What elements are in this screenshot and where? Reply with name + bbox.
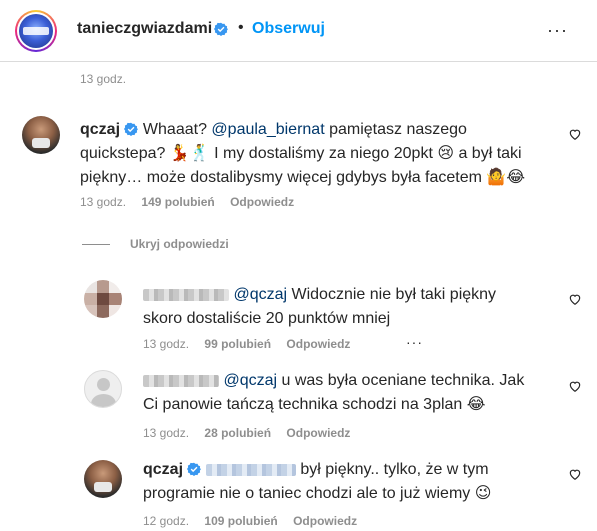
blurred-mention [205,463,296,476]
reply-text: programie nie o taniec chodzi ale to już… [143,485,492,502]
comment-meta: 13 godz. 149 polubień Odpowiedz [80,195,294,209]
account-username[interactable]: tanieczgwiazdami [77,20,212,38]
reply-text: Widocznie nie był taki piękny [291,286,497,303]
reply-likes[interactable]: 109 polubień [204,514,277,528]
reply-mention[interactable]: @qczaj [223,372,277,389]
previous-comment-time: 13 godz. [80,72,127,86]
reply-body: @qczaj Widocznie nie był taki piękny sko… [143,283,553,331]
reply-body: @qczaj u was była oceniane technika. Jak… [143,369,553,417]
reply-text: był piękny.. tylko, że w tym [300,461,489,478]
comment-text: pamiętasz naszego [329,121,467,138]
blurred-username [143,288,229,301]
verified-badge-icon [214,22,228,36]
reply-button[interactable]: Odpowiedz [286,337,350,351]
reply-meta: 13 godz. 28 polubień Odpowiedz [143,426,350,440]
verified-badge-icon [187,462,202,476]
reply-avatar[interactable] [84,370,122,408]
reply-time: 13 godz. [143,337,190,351]
like-heart-icon[interactable] [568,379,582,393]
reply-meta: 13 godz. 99 polubień Odpowiedz [143,337,350,351]
comment-mention[interactable]: @paula_biernat [211,121,324,138]
reply-time: 12 godz. [143,514,190,528]
reply-button[interactable]: Odpowiedz [293,514,357,528]
follow-button[interactable]: Obserwuj [252,20,325,38]
hide-replies-line [82,244,110,245]
blurred-username [143,374,219,387]
separator-dot: • [238,19,244,36]
more-options-icon[interactable]: ··· [547,20,568,41]
like-heart-icon[interactable] [568,127,582,141]
reply-button[interactable]: Odpowiedz [286,426,350,440]
commenter-avatar[interactable] [22,116,60,154]
hide-replies-button[interactable]: Ukryj odpowiedzi [130,237,229,251]
reply-text: skoro dostaliście 20 punktów mniej [143,310,391,327]
verified-badge-icon [124,122,139,136]
reply-mention[interactable]: @qczaj [233,286,287,303]
show-logo-icon [19,14,53,48]
like-heart-icon[interactable] [568,467,582,481]
reply-likes[interactable]: 99 polubień [204,337,271,351]
comment-text: Whaaat? [142,121,207,138]
comment-username[interactable]: qczaj [80,121,120,138]
comment-likes[interactable]: 149 polubień [141,195,214,209]
more-options-icon[interactable]: ··· [406,334,423,350]
reply-text: Ci panowie tańczą technika schodzi na 3p… [143,396,486,413]
post-header: tanieczgwiazdami • Obserwuj ··· [0,0,597,62]
comment-text: quickstepa? 💃🕺 I my dostaliśmy za niego … [80,145,522,162]
reply-username[interactable]: qczaj [143,461,183,478]
reply-time: 13 godz. [143,426,190,440]
comment-text: piękny… może dostalibysmy więcej gdybys … [80,169,526,186]
reply-avatar[interactable] [84,280,122,318]
reply-avatar[interactable] [84,460,122,498]
reply-body: qczaj był piękny.. tylko, że w tym progr… [143,458,553,506]
comment-time: 13 godz. [80,195,127,209]
comment-body: qczaj Whaaat? @paula_biernat pamiętasz n… [80,118,550,190]
reply-meta: 12 godz. 109 polubień Odpowiedz [143,514,357,528]
like-heart-icon[interactable] [568,292,582,306]
reply-likes[interactable]: 28 polubień [204,426,271,440]
reply-button[interactable]: Odpowiedz [230,195,294,209]
account-avatar[interactable] [15,10,57,52]
reply-text: u was była oceniane technika. Jak [281,372,525,389]
